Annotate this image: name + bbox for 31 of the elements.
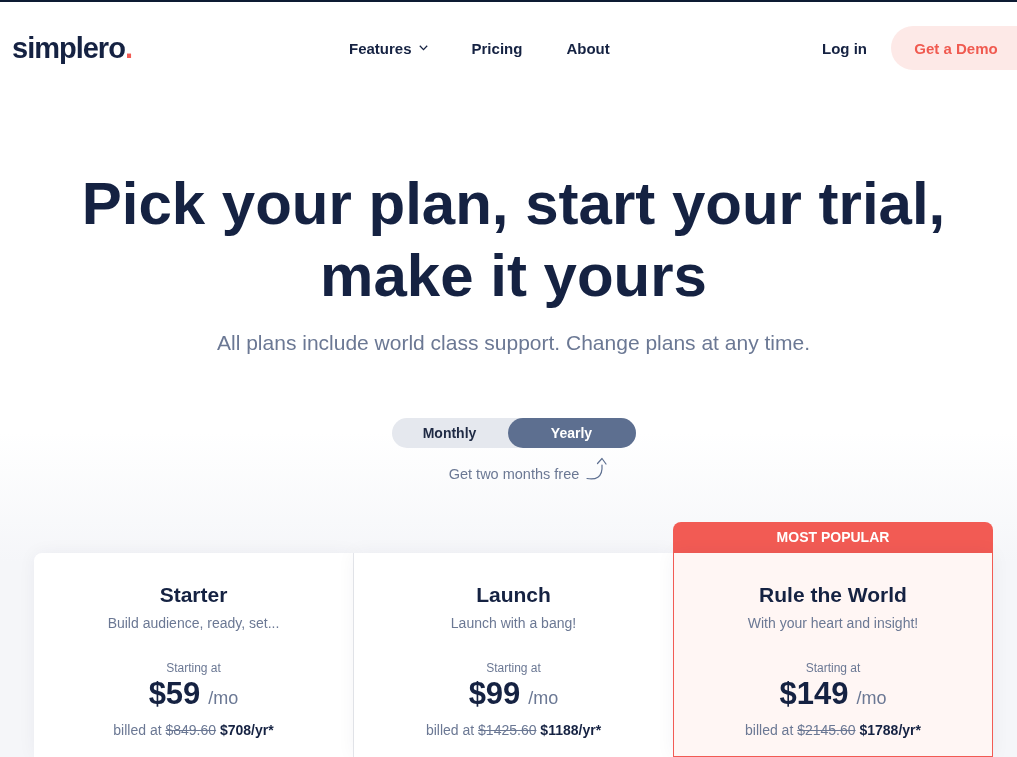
discount-note: Get two months free (448, 465, 580, 483)
billing-note: billed at $849.60 $708/yr* (113, 721, 274, 739)
headline: Pick your plan, start your trial, make it yours (81, 169, 946, 311)
chevron-down-icon (418, 45, 428, 51)
plan-tagline: With your heart and insight! (747, 614, 919, 632)
billing-note: billed at $2145.60 $1788/yr* (745, 721, 921, 739)
plan-tagline: Build audience, ready, set... (107, 614, 280, 632)
billing-option[interactable]: Monthly (391, 418, 508, 448)
plan-name: Launch (476, 582, 551, 608)
starting-label: Starting at (805, 660, 861, 676)
logo[interactable]: simplero. (12, 31, 137, 65)
price-period: /mo (528, 687, 559, 710)
price-period: /mo (856, 687, 887, 710)
plan-name: Starter (159, 582, 228, 608)
curved-arrow-icon (586, 457, 609, 481)
login-link[interactable]: Log in (822, 39, 867, 57)
nav-link[interactable]: Pricing (471, 39, 523, 57)
plan-tagline: Launch with a bang! (450, 614, 577, 632)
plan-name: Rule the World (759, 582, 907, 608)
billing-note: billed at $1425.60 $1188/yr* (425, 721, 602, 739)
starting-label: Starting at (486, 660, 541, 676)
price-amount: $149 (779, 677, 849, 711)
price-period: /mo (208, 687, 239, 710)
starting-label: Starting at (166, 660, 221, 676)
price-amount: $59 (148, 677, 201, 711)
nav-link[interactable]: About (566, 39, 610, 57)
most-popular-badge: MOST POPULAR (673, 522, 993, 553)
subtitle: All plans include world class support. Change plans at any time. (217, 330, 810, 356)
nav-link[interactable]: Features (349, 39, 428, 57)
billing-option[interactable]: Yearly (507, 418, 636, 448)
price-amount: $99 (468, 677, 521, 711)
